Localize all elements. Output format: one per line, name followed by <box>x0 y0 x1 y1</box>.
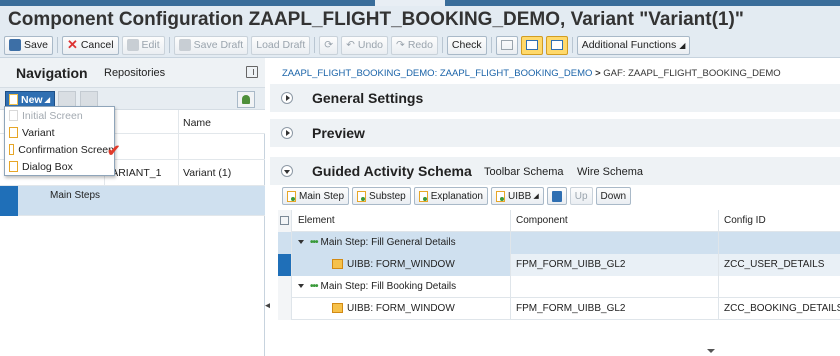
redo-button[interactable]: ↷ Redo <box>391 35 438 55</box>
document-icon <box>9 161 18 172</box>
trash-icon <box>551 190 562 202</box>
navigation-header: Navigation Repositories <box>0 58 265 88</box>
navigation-title: Navigation <box>16 65 88 81</box>
main-step-icon: ••• <box>310 281 318 292</box>
menu-item-initial-screen[interactable]: Initial Screen <box>5 107 114 124</box>
repositories-tab[interactable]: Repositories <box>104 67 165 79</box>
dropdown-corner-icon: ◢ <box>44 96 50 104</box>
close-icon: ✕ <box>66 37 78 52</box>
guided-activity-schema-section: Guided Activity Schema Toolbar Schema Wi… <box>270 157 840 185</box>
add-substep-button[interactable]: Substep <box>352 187 411 205</box>
document-icon <box>9 144 15 155</box>
variant-id: VARIANT_1 <box>104 160 178 186</box>
refresh-icon: ⟳ <box>324 39 334 51</box>
layout-columns-button[interactable] <box>520 35 543 55</box>
dropdown-corner-icon: ◢ <box>679 40 686 50</box>
add-document-icon <box>496 190 505 202</box>
up-button[interactable]: Up <box>569 187 593 205</box>
new-document-icon <box>9 94 18 105</box>
table-row[interactable]: ••• Main Step: Fill General Details <box>278 232 840 254</box>
schema-toolbar: Main Step Substep Explanation UIBB ◢ Up D… <box>282 186 634 206</box>
layout-rows-button[interactable] <box>495 35 518 55</box>
uibb-icon <box>332 259 343 270</box>
collapse-icon[interactable] <box>281 165 293 177</box>
down-button[interactable]: Down <box>595 187 632 205</box>
scroll-down-icon[interactable] <box>707 349 715 353</box>
grid-header: Element Component Config ID <box>278 210 840 232</box>
variant-name: Variant (1) <box>178 160 265 186</box>
table-row[interactable]: UIBB: FORM_WINDOW FPM_FORM_UIBB_GL2 ZCC_… <box>278 254 840 276</box>
main-content: ZAAPL_FLIGHT_BOOKING_DEMO: ZAAPL_FLIGHT_… <box>270 58 840 356</box>
document-icon <box>9 110 18 121</box>
add-uibb-button[interactable]: UIBB ◢ <box>491 187 544 205</box>
table-row[interactable]: ••• Main Step: Fill Booking Details <box>278 276 840 298</box>
rows-layout-icon <box>500 40 513 50</box>
new-menu: Initial Screen Variant Confirmation Scre… <box>4 106 120 176</box>
delete-button[interactable] <box>546 187 567 205</box>
add-document-icon <box>287 190 296 202</box>
select-all-icon[interactable] <box>280 216 289 225</box>
add-main-step-button[interactable]: Main Step <box>282 187 350 205</box>
expand-icon[interactable] <box>281 92 293 104</box>
add-explanation-button[interactable]: Explanation <box>413 187 488 205</box>
menu-item-confirmation-screen[interactable]: Confirmation Screen <box>5 141 114 158</box>
expand-arrow-icon[interactable] <box>298 284 304 289</box>
breadcrumb-current: GAF: ZAAPL_FLIGHT_BOOKING_DEMO <box>603 68 781 79</box>
main-step-icon: ••• <box>310 237 318 248</box>
dropdown-corner-icon: ◢ <box>533 193 539 200</box>
menu-item-variant[interactable]: Variant <box>5 124 114 141</box>
additional-functions-button[interactable]: Additional Functions ◢ <box>576 35 691 55</box>
tab-wire-schema[interactable]: Wire Schema <box>577 166 643 178</box>
draft-icon <box>178 39 191 51</box>
collapse-panel-icon[interactable] <box>246 66 258 78</box>
schema-grid: Element Component Config ID ••• Main Step… <box>278 210 840 320</box>
header: Component Configuration ZAAPL_FLIGHT_BOO… <box>0 6 840 58</box>
navigation-panel: Navigation Repositories New ◢ Name VARIAN… <box>0 58 265 356</box>
element-column-header: Element <box>298 215 335 226</box>
breadcrumb-link[interactable]: ZAAPL_FLIGHT_BOOKING_DEMO: ZAAPL_FLIGHT_… <box>282 68 592 79</box>
page-title: Component Configuration ZAAPL_FLIGHT_BOO… <box>8 9 744 30</box>
columns-layout-icon <box>525 40 538 50</box>
add-document-icon <box>357 190 367 202</box>
config-id-column-header: Config ID <box>718 210 840 232</box>
menu-item-dialog-box[interactable]: Dialog Box <box>5 158 114 175</box>
undo-icon: ↶ <box>346 39 355 51</box>
document-icon <box>9 127 18 138</box>
main-steps-label: Main Steps <box>50 190 101 201</box>
name-column-header: Name <box>178 110 265 136</box>
add-document-icon <box>418 190 428 202</box>
expand-arrow-icon[interactable] <box>298 240 304 245</box>
load-draft-button[interactable]: Load Draft <box>251 35 311 55</box>
undo-button[interactable]: ↶ Undo <box>341 35 388 55</box>
save-icon <box>9 39 21 51</box>
cancel-button[interactable]: ✕ Cancel <box>61 35 119 55</box>
user-settings-button[interactable] <box>237 91 255 108</box>
component-column-header: Component <box>510 210 718 232</box>
pencil-icon <box>126 39 139 51</box>
expand-icon[interactable] <box>281 127 293 139</box>
main-toolbar: Save ✕ Cancel Edit Save Draft Load Draft … <box>4 34 693 56</box>
save-draft-button[interactable]: Save Draft <box>173 35 249 55</box>
redo-icon: ↷ <box>396 39 405 51</box>
table-row[interactable]: UIBB: FORM_WINDOW FPM_FORM_UIBB_GL2 ZCC_… <box>278 298 840 320</box>
tab-toolbar-schema[interactable]: Toolbar Schema <box>484 166 564 178</box>
edit-button[interactable]: Edit <box>121 35 165 55</box>
general-settings-section[interactable]: General Settings <box>270 84 840 112</box>
checkmark-icon: ✔ <box>107 143 121 160</box>
preview-section[interactable]: Preview <box>270 119 840 147</box>
selection-marker <box>0 186 18 216</box>
refresh-button[interactable]: ⟳ <box>319 35 339 55</box>
check-button[interactable]: Check <box>446 35 487 55</box>
uibb-icon <box>332 303 343 314</box>
save-button[interactable]: Save <box>4 35 53 55</box>
layout-stacked-button[interactable] <box>545 35 568 55</box>
nav-row-main-steps[interactable]: Main Steps <box>0 186 265 216</box>
stacked-layout-icon <box>550 40 563 50</box>
breadcrumb: ZAAPL_FLIGHT_BOOKING_DEMO: ZAAPL_FLIGHT_… <box>282 68 781 79</box>
